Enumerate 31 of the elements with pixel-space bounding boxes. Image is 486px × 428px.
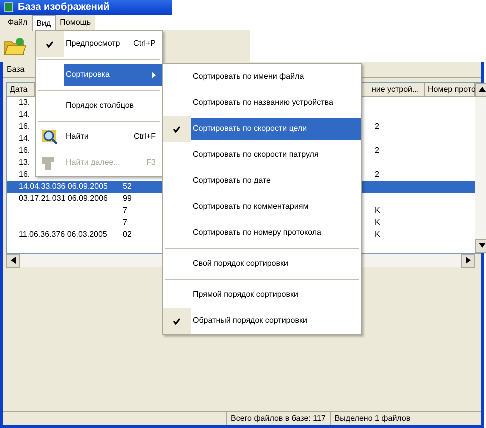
status-text: Выделено 1 файлов	[330, 412, 415, 425]
table-cell: 16.	[19, 122, 30, 131]
table-cell: 7	[123, 218, 128, 227]
menu-label: Предпросмотр	[66, 38, 120, 50]
menu-label: Сортировка	[66, 69, 110, 81]
table-cell: 14.	[19, 110, 30, 119]
table-cell: K	[375, 206, 380, 215]
table-cell: K	[375, 230, 380, 239]
table-cell: 16.	[19, 170, 30, 179]
menu-label: Найти	[66, 131, 89, 143]
table-cell: 14.04.33.036 06.09.2005	[19, 182, 108, 191]
status-text: Всего файлов в базе: 117	[226, 412, 330, 425]
table-cell: 13.	[19, 158, 30, 167]
shortcut-text: F3	[146, 157, 156, 169]
table-cell: K	[375, 218, 380, 227]
table-cell: 03.17.21.031 06.09.2006	[19, 194, 108, 203]
table-cell: 7	[123, 206, 128, 215]
table-cell: 99	[123, 194, 132, 203]
table-cell: 16.	[19, 146, 30, 155]
table-cell: 2	[375, 122, 380, 131]
table-cell: 2	[375, 170, 380, 179]
table-cell: 13.	[19, 98, 30, 107]
shortcut-text: Ctrl+P	[134, 38, 156, 50]
window-title: База изображений	[18, 1, 110, 15]
table-cell: 2	[375, 146, 380, 155]
shortcut-text: Ctrl+F	[134, 131, 156, 143]
menu-label: Найти далее...	[66, 157, 120, 169]
table-cell: 52	[123, 182, 132, 191]
table-cell: 02	[123, 230, 132, 239]
table-cell: 11.06.36.376 06.03.2005	[19, 230, 108, 239]
table-cell: 14.	[19, 134, 30, 143]
